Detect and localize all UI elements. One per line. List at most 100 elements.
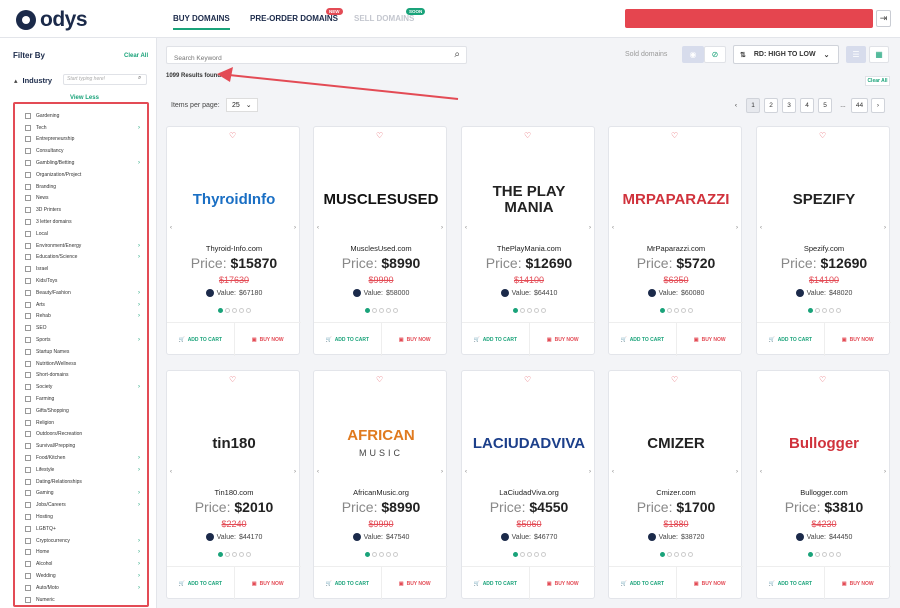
category-item[interactable]: Dating/Relationships [25,476,140,488]
carousel-prev-icon[interactable]: ‹ [760,469,762,475]
chevron-right-icon[interactable]: › [138,160,140,166]
carousel-dot[interactable] [238,552,244,557]
show-sold-eye-icon[interactable]: ◉ [682,46,704,63]
carousel-dot[interactable] [540,552,546,557]
domain-name[interactable]: Cmizer.com [609,488,743,497]
add-to-cart-button[interactable]: 🛒 ADD TO CART [314,323,382,356]
category-checkbox[interactable] [25,572,31,579]
category-checkbox[interactable] [25,513,31,520]
carousel-dot[interactable] [814,552,820,557]
category-item[interactable]: Rehab › [25,311,140,323]
carousel-dot[interactable] [364,552,370,557]
category-checkbox[interactable] [25,112,31,119]
category-item[interactable]: Hosting [25,511,140,523]
chevron-right-icon[interactable]: › [138,455,140,461]
carousel-dot[interactable] [540,308,546,313]
category-checkbox[interactable] [25,325,31,332]
domain-card[interactable]: ♡ ‹ › CMIZER Cmizer.com Price: $1700 $1880 Valu… [608,370,743,600]
category-checkbox[interactable] [25,584,31,591]
carousel-prev-icon[interactable]: ‹ [612,225,614,231]
search-icon[interactable]: ⌕ [454,49,460,60]
domain-name[interactable]: Bullogger.com [757,488,891,497]
carousel-dot[interactable] [821,552,827,557]
clear-all-button[interactable]: Clear All [865,76,890,86]
buy-now-button[interactable]: ▣ BUY NOW [235,323,302,356]
carousel-dot[interactable] [217,552,223,557]
carousel-prev-icon[interactable]: ‹ [317,469,319,475]
carousel-dot[interactable] [231,308,237,313]
category-checkbox[interactable] [25,313,31,320]
add-to-cart-button[interactable]: 🛒 ADD TO CART [167,323,235,356]
category-checkbox[interactable] [25,254,31,261]
add-to-cart-button[interactable]: 🛒 ADD TO CART [757,323,825,356]
carousel-dot[interactable] [392,308,398,313]
carousel-dot[interactable] [371,552,377,557]
heart-icon[interactable]: ♡ [671,131,678,140]
category-checkbox[interactable] [25,549,31,556]
domain-card[interactable]: ♡ ‹ › LACIUDADVIVA LaCiudadViva.org Price: $4… [461,370,596,600]
carousel-dot[interactable] [371,308,377,313]
chevron-right-icon[interactable]: › [138,538,140,544]
carousel-dot[interactable] [828,308,834,313]
category-item[interactable]: Outdoors/Recreation [25,429,140,441]
chevron-right-icon[interactable]: › [138,302,140,308]
category-item[interactable]: Entrepreneurship [25,134,140,146]
heart-icon[interactable]: ♡ [229,375,236,384]
logout-icon[interactable]: ⇥ [876,10,891,27]
category-checkbox[interactable] [25,195,31,202]
category-checkbox[interactable] [25,372,31,379]
buy-now-button[interactable]: ▣ BUY NOW [825,323,892,356]
carousel-dot[interactable] [533,552,539,557]
chevron-right-icon[interactable]: › [138,254,140,260]
carousel-dot[interactable] [245,552,251,557]
carousel-dot[interactable] [687,308,693,313]
category-checkbox[interactable] [25,525,31,532]
category-checkbox[interactable] [25,301,31,308]
category-item[interactable]: Wedding › [25,570,140,582]
category-item[interactable]: Sports › [25,334,140,346]
chevron-right-icon[interactable]: › [138,313,140,319]
category-checkbox[interactable] [25,537,31,544]
category-item[interactable]: Farming [25,393,140,405]
chevron-right-icon[interactable]: › [138,243,140,249]
page-44-button[interactable]: 44 [851,98,868,113]
domain-card[interactable]: ♡ ‹ › tin180 Tin180.com Price: $2010 $2240 Valu… [166,370,301,600]
domain-card[interactable]: ♡ ‹ › Bullogger Bullogger.com Price: $3810 $42… [756,370,891,600]
odys-logo[interactable]: odys [16,8,88,32]
category-checkbox[interactable] [25,443,31,450]
carousel-dot[interactable] [519,552,525,557]
carousel-prev-icon[interactable]: ‹ [465,469,467,475]
buy-now-button[interactable]: ▣ BUY NOW [382,323,449,356]
category-item[interactable]: Jobs/Careers › [25,499,140,511]
carousel-dot[interactable] [385,552,391,557]
chevron-right-icon[interactable]: › [138,573,140,579]
category-item[interactable]: Startup Names [25,346,140,358]
heart-icon[interactable]: ♡ [376,131,383,140]
carousel-dot[interactable] [245,308,251,313]
carousel-dot[interactable] [680,308,686,313]
category-item[interactable]: LGBTQ+ [25,523,140,535]
carousel-prev-icon[interactable]: ‹ [170,225,172,231]
carousel-dot[interactable] [666,308,672,313]
category-checkbox[interactable] [25,207,31,214]
domain-name[interactable]: Tin180.com [167,488,301,497]
category-item[interactable]: Tech › [25,122,140,134]
category-checkbox[interactable] [25,396,31,403]
category-item[interactable]: 3D Printers [25,204,140,216]
chevron-right-icon[interactable]: › [138,490,140,496]
buy-now-button[interactable]: ▣ BUY NOW [530,323,597,356]
domain-card[interactable]: ♡ ‹ › THE PLAY MANIA ThePlayMania.com Price: … [461,126,597,356]
category-checkbox[interactable] [25,183,31,190]
grid-view-icon[interactable]: ▦ [869,46,889,63]
category-checkbox[interactable] [25,219,31,226]
category-item[interactable]: Society › [25,381,140,393]
carousel-dot[interactable] [835,552,841,557]
buy-now-button[interactable]: ▣ BUY NOW [677,323,744,356]
chevron-right-icon[interactable]: › [138,125,140,131]
carousel-dot[interactable] [687,552,693,557]
buy-now-button[interactable]: ▣ BUY NOW [382,567,449,600]
category-item[interactable]: Lifestyle › [25,464,140,476]
category-checkbox[interactable] [25,419,31,426]
category-checkbox[interactable] [25,337,31,344]
heart-icon[interactable]: ♡ [229,131,236,140]
